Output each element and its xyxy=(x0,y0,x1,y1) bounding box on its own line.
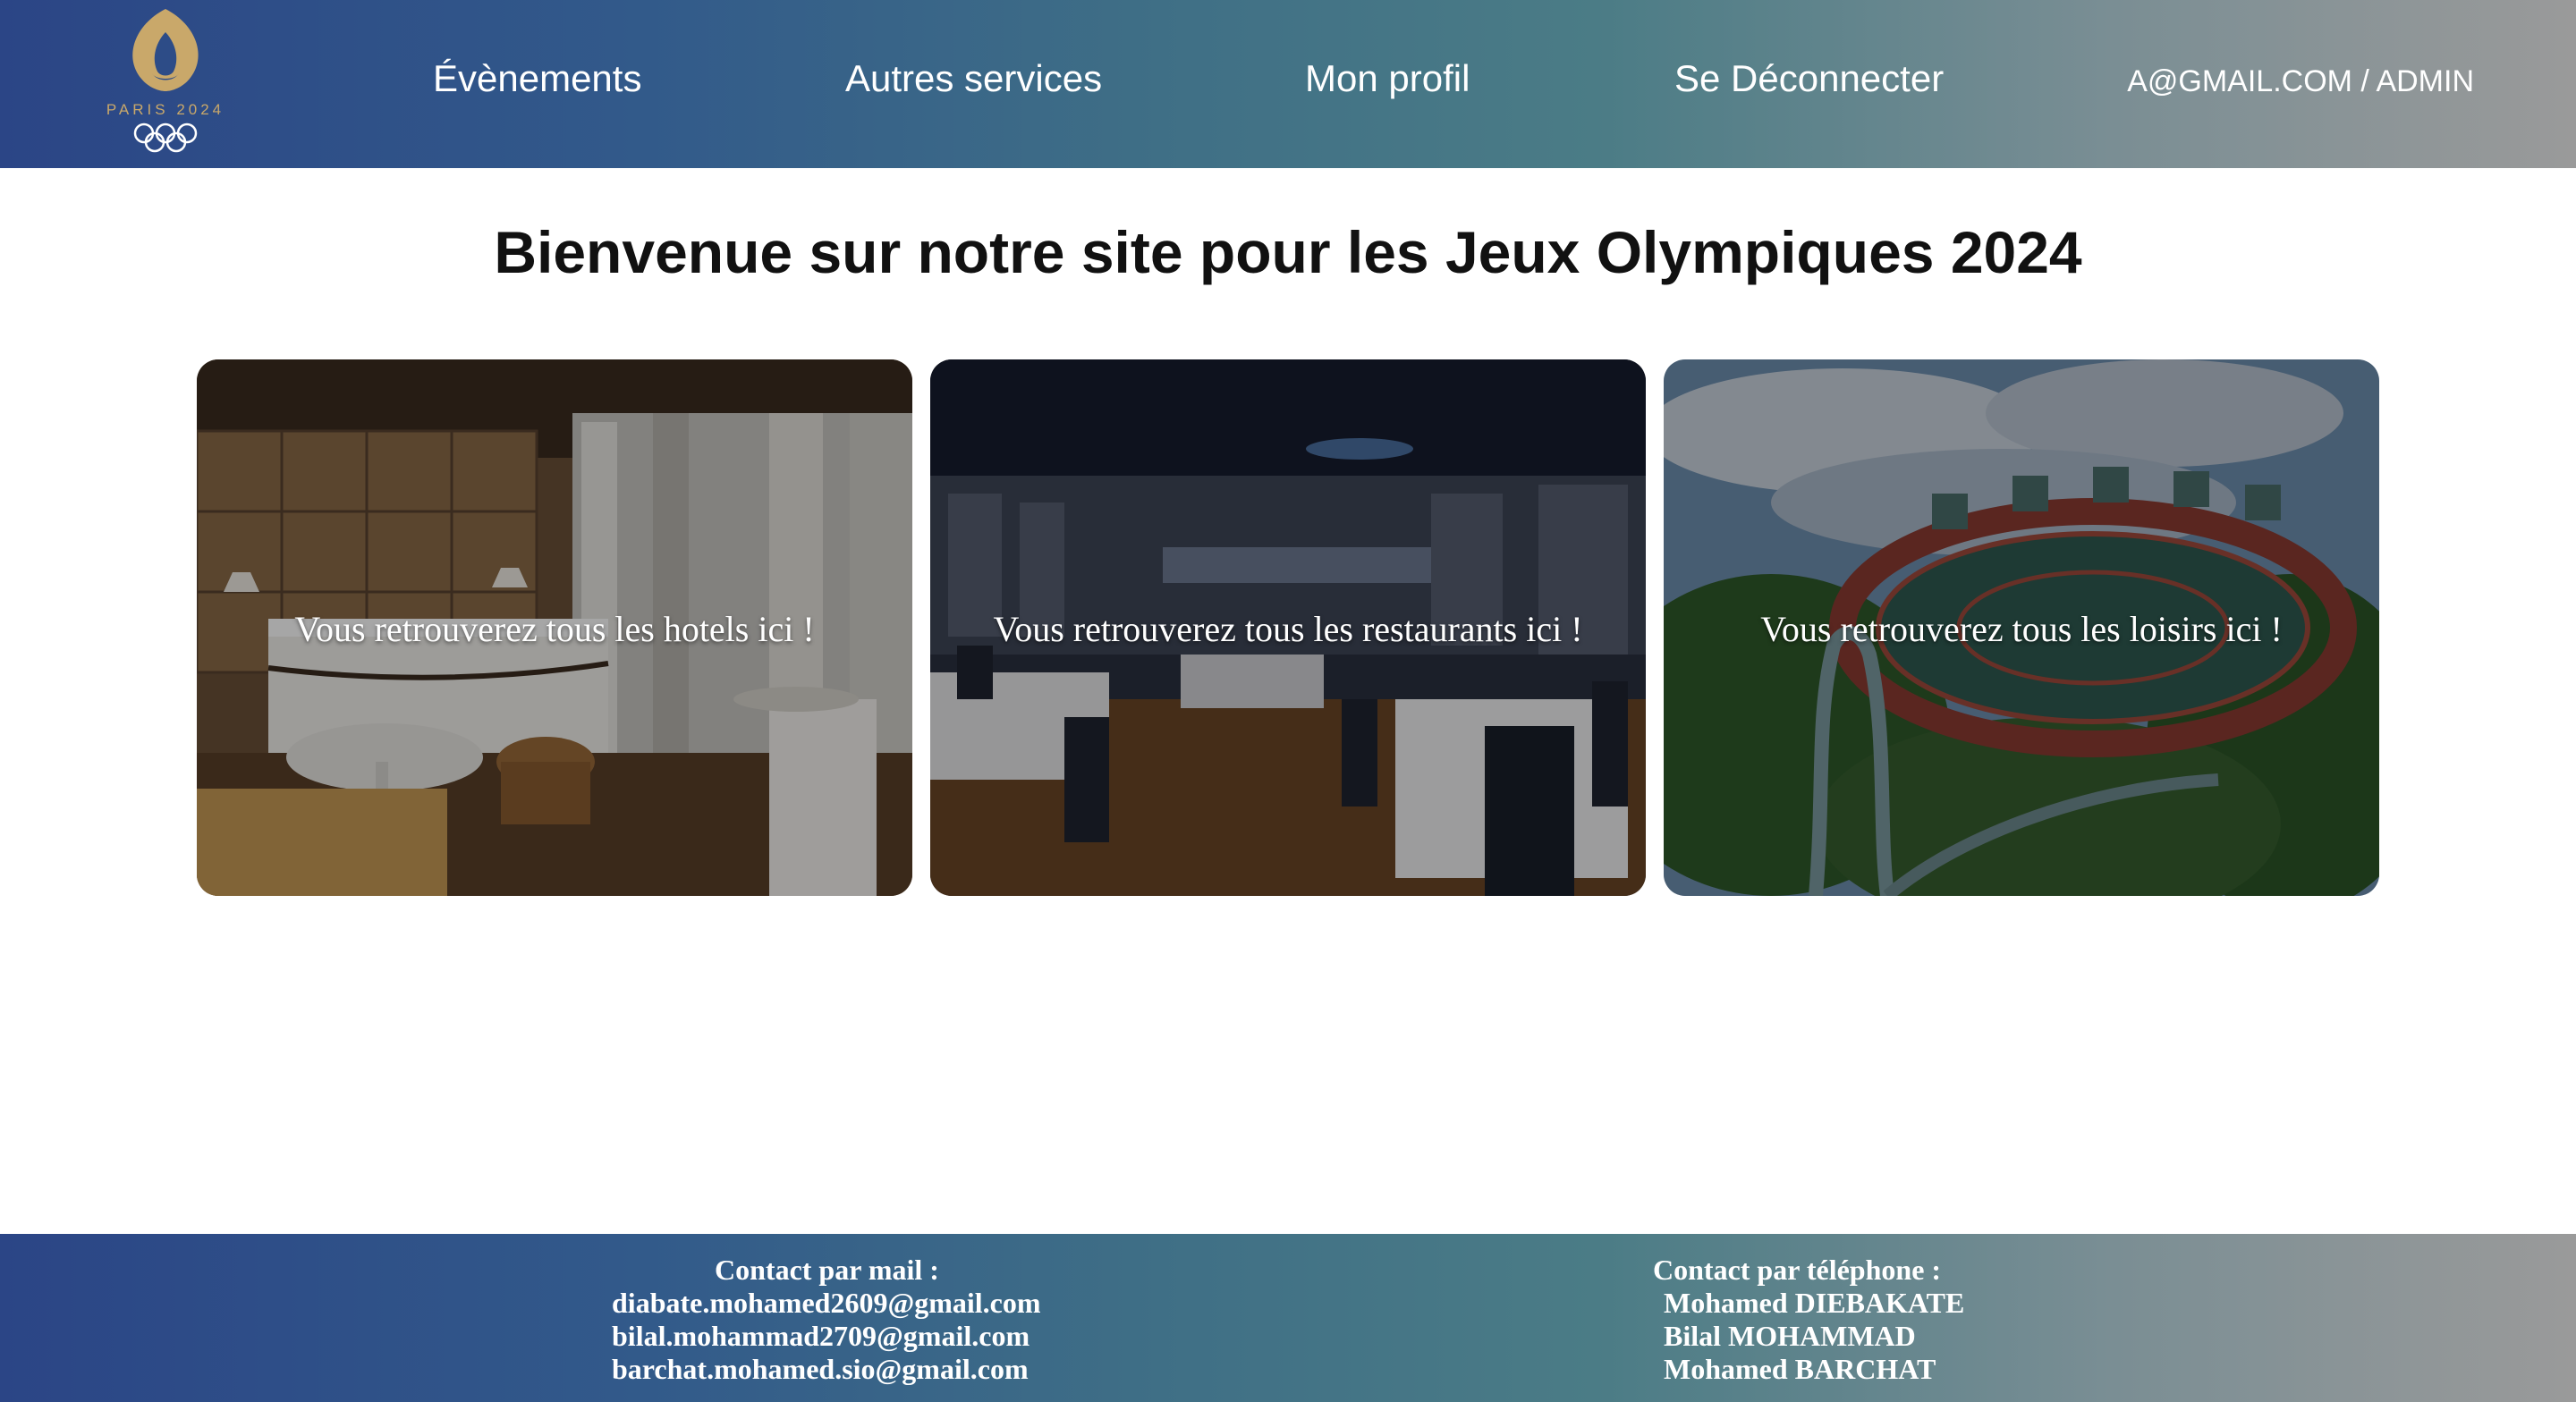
nav-autres-services[interactable]: Autres services xyxy=(845,57,1102,100)
page-title: Bienvenue sur notre site pour les Jeux O… xyxy=(494,219,2082,285)
paris-2024-logo[interactable]: PARIS 2024 xyxy=(98,5,233,157)
site-header: PARIS 2024 Évènements Autres services Mo… xyxy=(0,0,2576,168)
card-hotels-text: Vous retrouverez tous les hotels ici ! xyxy=(294,609,815,649)
card-hotels[interactable]: Vous retrouverez tous les hotels ici ! xyxy=(197,359,912,896)
footer-mail-heading: Contact par mail : xyxy=(715,1254,939,1286)
footer-phone-heading: Contact par téléphone : xyxy=(1653,1254,1942,1286)
footer-phone-line: Bilal MOHAMMAD xyxy=(1664,1320,1916,1352)
user-identity-label: A@GMAIL.COM / ADMIN xyxy=(2127,64,2474,98)
nav-se-deconnecter[interactable]: Se Déconnecter xyxy=(1674,57,1944,100)
footer-phone-line: Mohamed BARCHAT xyxy=(1664,1353,1936,1385)
card-loisirs[interactable]: Vous retrouverez tous les loisirs ici ! xyxy=(1664,359,2379,896)
site-footer: Contact par mail : diabate.mohamed2609@g… xyxy=(0,1234,2576,1402)
nav-mon-profil[interactable]: Mon profil xyxy=(1305,57,1470,100)
footer-mail-line: barchat.mohamed.sio@gmail.com xyxy=(612,1353,1029,1385)
card-restaurants[interactable]: Vous retrouverez tous les restaurants ic… xyxy=(930,359,1646,896)
footer-phone-line: Mohamed DIEBAKATE xyxy=(1664,1287,1965,1319)
footer-mail-line: bilal.mohammad2709@gmail.com xyxy=(612,1320,1030,1352)
footer-mail-line: diabate.mohamed2609@gmail.com xyxy=(612,1287,1041,1319)
card-restaurants-text: Vous retrouverez tous les restaurants ic… xyxy=(993,609,1583,649)
card-loisirs-text: Vous retrouverez tous les loisirs ici ! xyxy=(1760,609,2283,649)
logo-text: PARIS 2024 xyxy=(106,101,225,118)
nav-evenements[interactable]: Évènements xyxy=(433,57,641,100)
footer-contact-phone: Contact par téléphone : Mohamed DIEBAKAT… xyxy=(1653,1254,1964,1386)
olympic-flame-rings-logo-icon: PARIS 2024 xyxy=(106,9,225,153)
footer-contact-mail: Contact par mail : diabate.mohamed2609@g… xyxy=(612,1254,1041,1386)
